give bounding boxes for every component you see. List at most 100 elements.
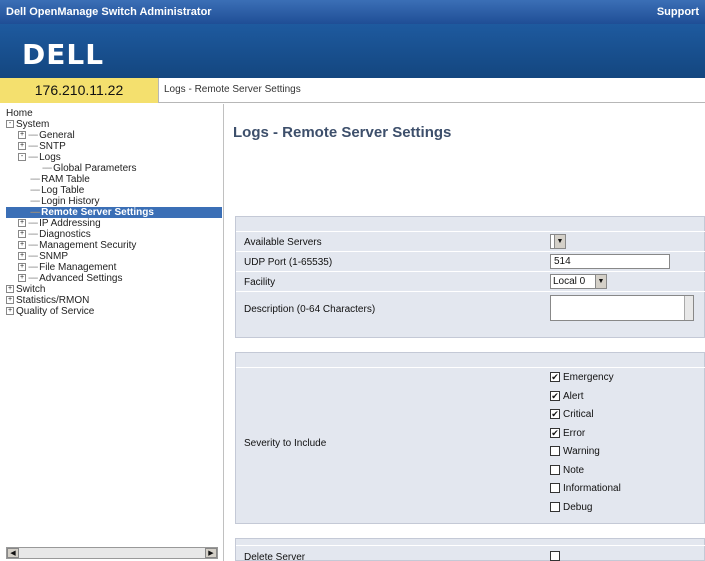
tree-node-label[interactable]: System xyxy=(16,119,49,130)
tree-node-label[interactable]: Switch xyxy=(16,284,45,295)
severity-option[interactable]: ✔ Emergency xyxy=(550,372,614,383)
severity-checkbox[interactable] xyxy=(550,446,560,457)
delete-server-label: Delete Server xyxy=(244,552,306,561)
tree-node[interactable]: ---- RAM Table xyxy=(6,174,222,185)
expand-icon[interactable]: + xyxy=(18,274,26,283)
tree-node-label[interactable]: Quality of Service xyxy=(16,306,94,317)
dropdown-arrow-icon[interactable]: ▼ xyxy=(595,275,606,288)
tree-node[interactable]: + Quality of Service xyxy=(6,306,222,317)
tree-node-label[interactable]: SNTP xyxy=(39,141,66,152)
severity-option[interactable]: ✔ Alert xyxy=(550,391,584,402)
tree-node[interactable]: + ---- SNTP xyxy=(6,141,222,152)
expand-icon[interactable]: + xyxy=(18,252,26,261)
tree-node-label[interactable]: Logs xyxy=(39,152,61,163)
expand-icon[interactable]: + xyxy=(18,219,26,228)
collapse-icon[interactable]: - xyxy=(6,120,14,129)
tree-node-label[interactable]: Login History xyxy=(41,196,99,207)
severity-checkbox[interactable] xyxy=(550,501,560,512)
severity-option[interactable]: Debug xyxy=(550,502,592,513)
page-title: Logs - Remote Server Settings xyxy=(233,124,452,141)
description-textarea[interactable] xyxy=(550,295,694,321)
tree-node-label[interactable]: Remote Server Settings xyxy=(41,207,154,218)
tree-node[interactable]: ---- Remote Server Settings xyxy=(6,207,222,218)
server-settings-section: Available Servers ▼ UDP Port (1-65535) 5… xyxy=(235,216,705,338)
tree-node[interactable]: - System xyxy=(6,119,222,130)
expand-icon[interactable]: + xyxy=(6,307,14,316)
brand-bar: DELL xyxy=(0,24,705,78)
tree-connector: ---- xyxy=(28,130,40,141)
tree-node[interactable]: - ---- Logs xyxy=(6,152,222,163)
tree-node[interactable]: + Statistics/RMON xyxy=(6,295,222,306)
tree-node[interactable]: + ---- IP Addressing xyxy=(6,218,222,229)
tree-connector: ---- xyxy=(28,273,40,284)
tree-node[interactable]: + ---- Management Security xyxy=(6,240,222,251)
tree-horizontal-scrollbar[interactable]: ◀ ▶ xyxy=(6,547,218,559)
facility-select[interactable]: Local 0 ▼ xyxy=(550,274,607,289)
expand-icon[interactable]: + xyxy=(18,241,26,250)
expand-icon[interactable]: + xyxy=(6,285,14,294)
tree-node[interactable]: + ---- SNMP xyxy=(6,251,222,262)
tree-node[interactable]: + ---- File Management xyxy=(6,262,222,273)
severity-option[interactable]: Informational xyxy=(550,483,621,494)
severity-option-label: Warning xyxy=(563,446,600,457)
tree-node[interactable]: ---- Global Parameters xyxy=(6,163,222,174)
tree-node-label[interactable]: SNMP xyxy=(39,251,68,262)
dropdown-arrow-icon[interactable]: ▼ xyxy=(554,235,565,248)
udp-port-label: UDP Port (1-65535) xyxy=(244,257,333,268)
severity-checkbox[interactable] xyxy=(550,464,560,475)
severity-option[interactable]: Note xyxy=(550,465,584,476)
tree-connector: ---- xyxy=(30,174,42,185)
tree-node-label[interactable]: Advanced Settings xyxy=(39,273,122,284)
severity-option[interactable]: ✔ Critical xyxy=(550,409,594,420)
available-servers-select[interactable]: ▼ xyxy=(550,234,566,249)
severity-option[interactable]: ✔ Error xyxy=(550,428,585,439)
tree-node-label[interactable]: Diagnostics xyxy=(39,229,91,240)
severity-option[interactable]: Warning xyxy=(550,446,600,457)
expand-icon[interactable]: + xyxy=(18,142,26,151)
title-bar: Dell OpenManage Switch Administrator Sup… xyxy=(0,0,705,24)
udp-port-input[interactable]: 514 xyxy=(550,254,670,269)
expand-icon[interactable]: + xyxy=(18,263,26,272)
tree-node[interactable]: ---- Log Table xyxy=(6,185,222,196)
tree-node[interactable]: ---- Login History xyxy=(6,196,222,207)
tree-connector: ---- xyxy=(30,207,42,218)
expand-icon[interactable]: + xyxy=(18,131,26,140)
tree-node-label[interactable]: IP Addressing xyxy=(39,218,101,229)
scroll-right-arrow-icon[interactable]: ▶ xyxy=(205,548,217,558)
main-content: Logs - Remote Server Settings Available … xyxy=(225,104,705,561)
textarea-scrollbar[interactable] xyxy=(684,296,693,320)
severity-checkbox[interactable]: ✔ xyxy=(550,427,560,438)
expand-icon[interactable]: + xyxy=(6,296,14,305)
tree-connector: ---- xyxy=(30,196,42,207)
tree-node-label[interactable]: Management Security xyxy=(39,240,136,251)
tree-node[interactable]: + ---- Diagnostics xyxy=(6,229,222,240)
expand-icon[interactable]: + xyxy=(18,230,26,239)
navigation-tree: Home - System + ---- General + ---- SNTP - ---- … xyxy=(6,108,222,317)
severity-checkbox[interactable] xyxy=(550,483,560,494)
facility-label: Facility xyxy=(244,277,276,288)
tree-node-label[interactable]: General xyxy=(39,130,75,141)
support-link[interactable]: Support xyxy=(657,6,699,18)
device-ip: 176.210.11.22 xyxy=(0,78,159,103)
tree-node[interactable]: + ---- General xyxy=(6,130,222,141)
scroll-left-arrow-icon[interactable]: ◀ xyxy=(7,548,19,558)
tree-node[interactable]: Home xyxy=(6,108,222,119)
tree-node-label[interactable]: File Management xyxy=(39,262,116,273)
available-servers-label: Available Servers xyxy=(244,237,322,248)
tree-node-label[interactable]: Global Parameters xyxy=(53,163,136,174)
tree-node-label[interactable]: RAM Table xyxy=(41,174,90,185)
tree-node-label[interactable]: Log Table xyxy=(41,185,84,196)
tree-node[interactable]: + ---- Advanced Settings xyxy=(6,273,222,284)
severity-checkbox[interactable]: ✔ xyxy=(550,390,560,401)
tree-node-label[interactable]: Home xyxy=(6,108,33,119)
severity-option-label: Note xyxy=(563,464,585,476)
tree-node-label[interactable]: Statistics/RMON xyxy=(16,295,89,306)
dell-logo: DELL xyxy=(22,38,105,71)
tree-node[interactable]: + Switch xyxy=(6,284,222,295)
delete-server-checkbox[interactable] xyxy=(550,551,560,561)
collapse-icon[interactable]: - xyxy=(18,153,26,162)
tree-connector: ---- xyxy=(30,185,42,196)
severity-checkbox[interactable]: ✔ xyxy=(550,372,560,383)
tree-connector: ---- xyxy=(28,240,40,251)
severity-checkbox[interactable]: ✔ xyxy=(550,409,560,420)
